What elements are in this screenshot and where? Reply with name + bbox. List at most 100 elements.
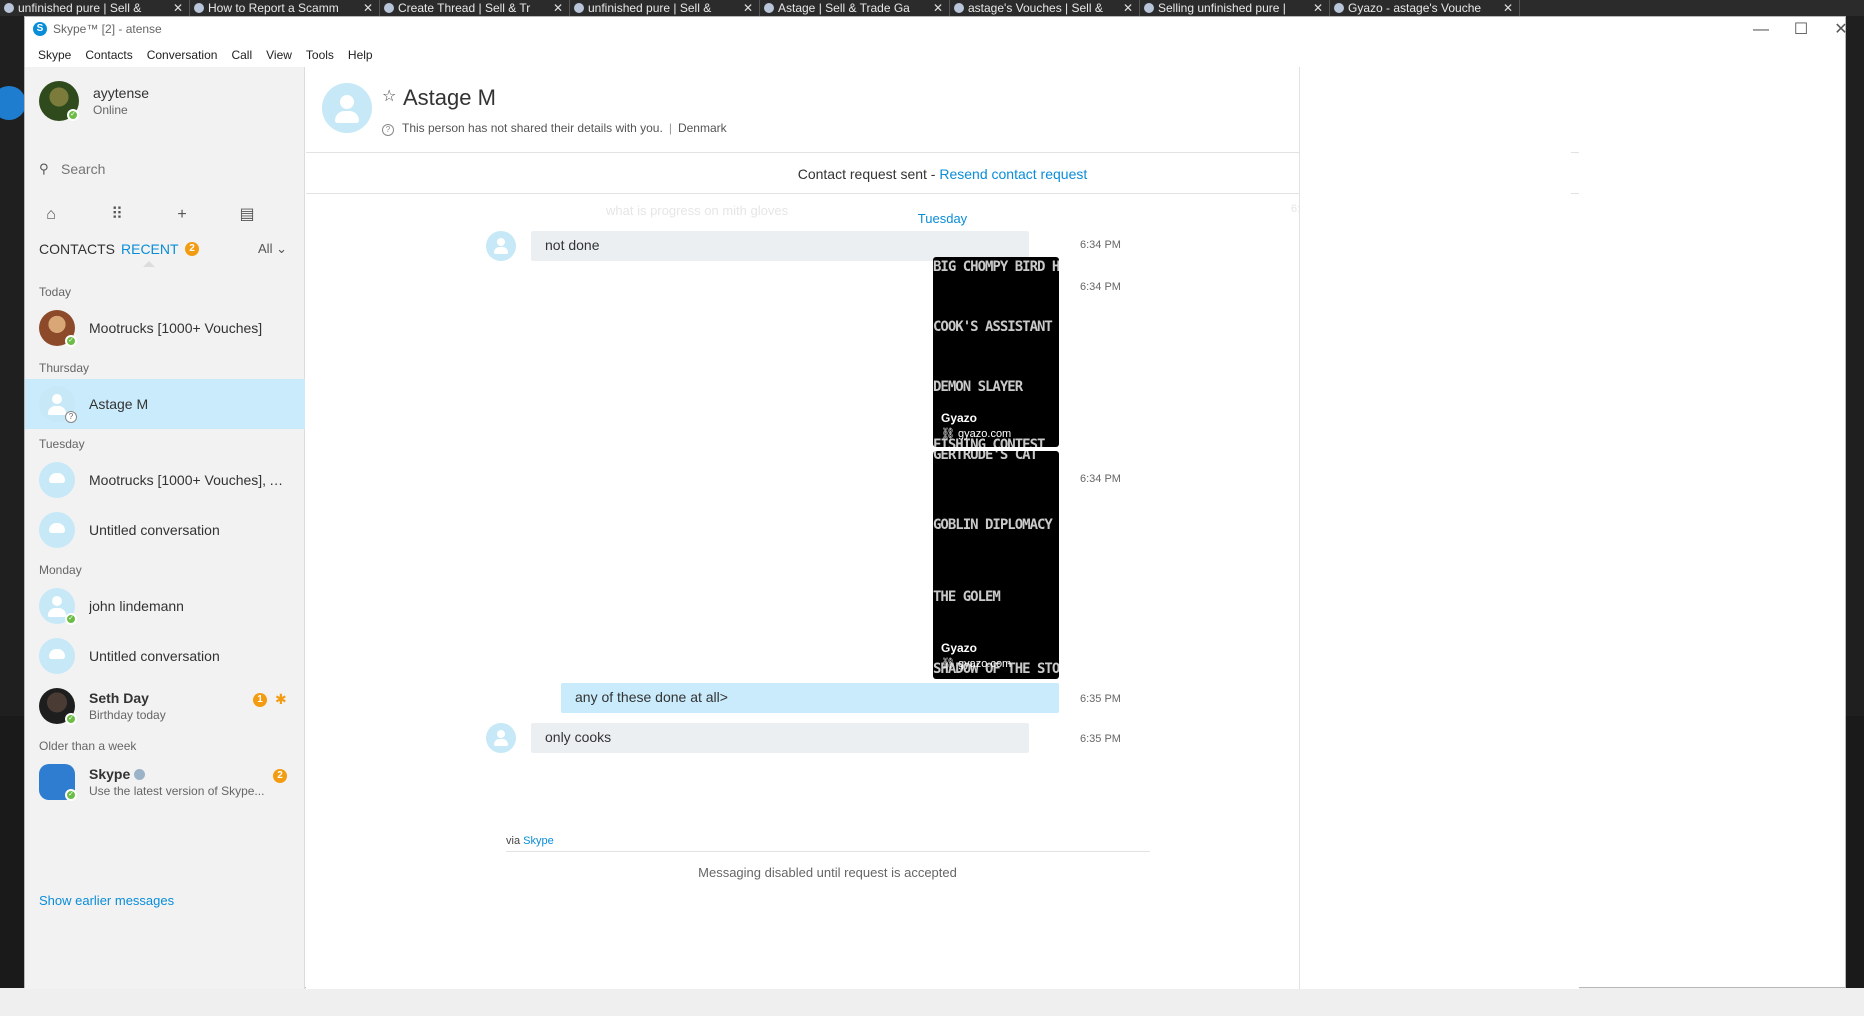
- list-item[interactable]: ✓ Skype Use the latest version of Skype.…: [25, 757, 305, 807]
- filter-label: All: [258, 241, 273, 256]
- avatar: [486, 231, 516, 261]
- title-bar: S Skype™ [2] - atense — ☐ ✕: [25, 17, 1848, 43]
- filter-dropdown[interactable]: All ⌄: [258, 241, 287, 257]
- list-item[interactable]: ✓ Mootrucks [1000+ Vouches]: [25, 303, 305, 353]
- resend-request-link[interactable]: Resend contact request: [939, 166, 1087, 182]
- dialpad-icon[interactable]: ⠿: [105, 203, 129, 227]
- group-avatar-icon: [39, 512, 75, 548]
- group-label-older: Older than a week: [39, 739, 137, 753]
- gift-icon[interactable]: ✱: [275, 692, 289, 706]
- group-label-monday: Monday: [39, 563, 82, 577]
- home-icon[interactable]: ⌂: [39, 203, 63, 227]
- list-item[interactable]: Untitled conversation: [25, 631, 305, 681]
- avatar: [486, 723, 516, 753]
- avatar[interactable]: [322, 83, 372, 133]
- menu-tools[interactable]: Tools: [299, 45, 341, 65]
- via-skype-link[interactable]: Skype: [523, 835, 554, 847]
- tab-favicon-icon: [954, 3, 964, 13]
- via-line: via Skype: [506, 835, 554, 847]
- skype-logo-icon: S: [33, 22, 47, 36]
- menu-skype[interactable]: Skype: [31, 45, 78, 65]
- list-item[interactable]: Mootrucks [1000+ Vouches], As...: [25, 455, 305, 505]
- tab-favicon-icon: [574, 3, 584, 13]
- menu-contacts[interactable]: Contacts: [78, 45, 139, 65]
- window-title: Skype™ [2] - atense: [53, 22, 162, 36]
- online-status-icon: ✓: [65, 335, 77, 347]
- incoming-message[interactable]: only cooks: [531, 723, 1029, 753]
- close-tab-icon[interactable]: ✕: [173, 0, 183, 16]
- shared-image-card[interactable]: BIG CHOMPY BIRD HUNTING COOK'S ASSISTANT…: [933, 257, 1059, 447]
- image-text-line: BIG CHOMPY BIRD HUNTING: [933, 259, 1059, 275]
- right-panel: [1299, 67, 1571, 989]
- browser-tab[interactable]: unfinished pure | Sell & ✕: [570, 0, 760, 16]
- browser-bottom-edge: [0, 988, 1864, 1016]
- browser-tab[interactable]: Create Thread | Sell & Tr ✕: [380, 0, 570, 16]
- browser-tab[interactable]: astage's Vouches | Sell & ✕: [950, 0, 1140, 16]
- chevron-down-icon: ⌄: [276, 241, 287, 256]
- menu-bar: Skype Contacts Conversation Call View To…: [25, 45, 1845, 65]
- skype-window: S Skype™ [2] - atense — ☐ ✕ Skype Contac…: [24, 16, 1848, 989]
- menu-help[interactable]: Help: [341, 45, 380, 65]
- tab-indicator: [143, 261, 155, 267]
- shared-image-card[interactable]: GERTRUDE'S CAT GOBLIN DIPLOMACY THE GOLE…: [933, 451, 1059, 679]
- profile-status: Online: [93, 103, 128, 117]
- favorite-star-icon[interactable]: ☆: [382, 86, 396, 106]
- browser-tab[interactable]: How to Report a Scamm ✕: [190, 0, 380, 16]
- close-tab-icon[interactable]: ✕: [1123, 0, 1133, 16]
- tab-favicon-icon: [4, 3, 14, 13]
- search-input[interactable]: [61, 157, 281, 181]
- list-item[interactable]: ? Astage M: [25, 379, 305, 429]
- close-tab-icon[interactable]: ✕: [743, 0, 753, 16]
- contact-name[interactable]: Astage M: [403, 85, 496, 111]
- browser-tab[interactable]: unfinished pure | Sell & ✕: [0, 0, 190, 16]
- close-button[interactable]: ✕: [1821, 19, 1861, 41]
- browser-tab[interactable]: Astage | Sell & Trade Ga ✕: [760, 0, 950, 16]
- conversation-subtitle: Birthday today: [89, 708, 166, 722]
- close-tab-icon[interactable]: ✕: [363, 0, 373, 16]
- browser-tab[interactable]: Selling unfinished pure | ✕: [1140, 0, 1330, 16]
- outgoing-message[interactable]: any of these done at all>: [561, 683, 1059, 713]
- tab-contacts[interactable]: CONTACTS: [39, 241, 115, 257]
- close-tab-icon[interactable]: ✕: [933, 0, 943, 16]
- conversation-name: Untitled conversation: [89, 522, 220, 538]
- menu-conversation[interactable]: Conversation: [140, 45, 225, 65]
- menu-view[interactable]: View: [259, 45, 299, 65]
- close-tab-icon[interactable]: ✕: [553, 0, 563, 16]
- verified-icon: [134, 769, 146, 780]
- recent-count-badge: 2: [185, 242, 199, 256]
- card-link[interactable]: ⛓ gyazo.com: [941, 427, 1011, 440]
- list-item[interactable]: ✓ Seth Day Birthday today 1 ✱: [25, 681, 305, 731]
- via-label: via: [506, 835, 524, 847]
- contacts-book-icon[interactable]: ▤: [235, 203, 259, 227]
- image-text-line: GERTRUDE'S CAT: [933, 451, 1038, 463]
- browser-tab[interactable]: Gyazo - astage's Vouche ✕: [1330, 0, 1520, 16]
- group-avatar-icon: [39, 462, 75, 498]
- message-time: 6:34 PM: [1080, 239, 1121, 251]
- conversation-name: Skype: [89, 766, 289, 782]
- browser-left-edge: [0, 16, 26, 716]
- browser-logo-icon: [0, 86, 26, 120]
- message-time: 6:34 PM: [1080, 473, 1121, 485]
- unknown-status-icon: ?: [65, 411, 77, 423]
- list-item[interactable]: Untitled conversation: [25, 505, 305, 555]
- browser-right-edge: [1844, 16, 1864, 716]
- tab-recent[interactable]: RECENT: [121, 241, 179, 257]
- list-item[interactable]: ✓ john lindemann: [25, 581, 305, 631]
- contact-info-line: ? This person has not shared their detail…: [382, 121, 727, 136]
- card-link[interactable]: ⛓ gyazo.com: [941, 657, 1011, 670]
- image-text-line: GOBLIN DIPLOMACY: [933, 517, 1053, 533]
- search-icon: ⚲: [39, 161, 49, 176]
- close-tab-icon[interactable]: ✕: [1313, 0, 1323, 16]
- conversation-subtitle: Use the latest version of Skype...: [89, 784, 265, 798]
- search-box[interactable]: ⚲: [39, 157, 289, 181]
- group-avatar-icon: [39, 638, 75, 674]
- unread-badge: 1: [253, 693, 267, 707]
- minimize-button[interactable]: —: [1741, 19, 1781, 41]
- show-earlier-link[interactable]: Show earlier messages: [39, 893, 174, 908]
- maximize-button[interactable]: ☐: [1781, 19, 1821, 41]
- tab-favicon-icon: [194, 3, 204, 13]
- separator: |: [668, 121, 672, 135]
- close-tab-icon[interactable]: ✕: [1503, 0, 1513, 16]
- menu-call[interactable]: Call: [224, 45, 259, 65]
- add-contact-icon[interactable]: +: [170, 203, 194, 227]
